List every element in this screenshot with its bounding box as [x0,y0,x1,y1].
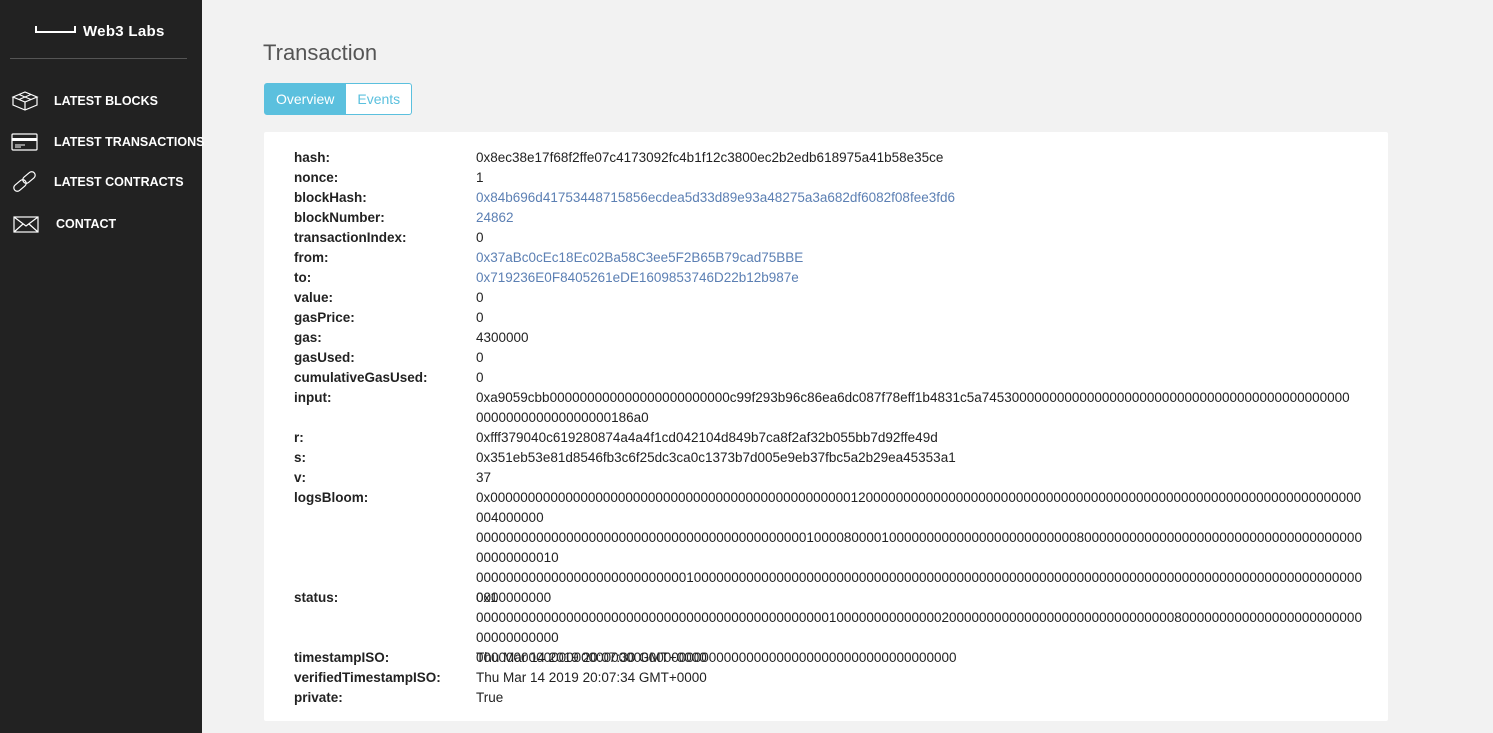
field-value-value: 0 [476,290,484,305]
field-value-private: True [476,690,504,705]
nav-latest-blocks[interactable]: LATEST BLOCKS [0,84,202,118]
tab-bar: Overview Events [264,83,413,115]
field-value-v: 37 [476,470,492,485]
nav-latest-contracts[interactable]: LATEST CONTRACTS [0,165,202,199]
field-key: status: [294,590,339,605]
logsbloom-line: 0x00000000000000000000000000000000000000… [476,490,1362,525]
field-key: v: [294,470,307,485]
field-key: hash: [294,150,331,165]
field-key: blockNumber: [294,210,385,225]
field-key: s: [294,450,307,465]
field-key: timestampISO: [294,650,390,665]
nav-label: LATEST TRANSACTIONS [54,135,205,149]
brand-name: Web3 Labs [83,23,165,40]
sidebar: Web3 Labs LATEST BLOCKS LATEST TRANSACTI… [0,0,205,733]
nav-label: CONTACT [56,217,117,231]
field-value-verifiedtimestampiso: Thu Mar 14 2019 20:07:34 GMT+0000 [476,670,707,685]
field-value-r: 0xfff379040c619280874a4a4f1cd042104d849b… [476,430,938,445]
field-key: to: [294,270,312,285]
field-value-hash: 0x8ec38e17f68f2ffe07c4173092fc4b1f12c380… [476,150,944,165]
nav-label: LATEST CONTRACTS [54,175,184,189]
link-icon [13,171,36,192]
logsbloom-line: 0000000000000000000000000000000000000000… [476,610,1362,645]
field-key: gas: [294,330,322,345]
field-key: gasPrice: [294,310,355,325]
field-key: verifiedTimestampISO: [294,670,441,685]
input-line: 0xa9059cbb000000000000000000000000c99f29… [476,390,1350,405]
field-value-transactionindex: 0 [476,230,484,245]
field-key: private: [294,690,343,705]
page-title: Transaction [263,40,378,65]
card-icon [11,133,38,151]
envelope-icon [13,216,39,233]
field-value-input: 0xa9059cbb000000000000000000000000c99f29… [476,388,1366,428]
tab-events[interactable]: Events [346,83,413,115]
from-address-link[interactable]: 0x37aBc0cEc18Ec02Ba58C3ee5F2B65B79cad75B… [476,248,1366,268]
field-key: from: [294,250,329,265]
field-value-nonce: 1 [476,170,484,185]
field-key: input: [294,390,332,405]
field-key: blockHash: [294,190,367,205]
field-key: cumulativeGasUsed: [294,370,428,385]
field-key: nonce: [294,170,339,185]
nav-latest-transactions[interactable]: LATEST TRANSACTIONS [0,125,205,159]
field-value-cumulativegasused: 0 [476,370,484,385]
field-key: gasUsed: [294,350,355,365]
block-number-link[interactable]: 24862 [476,208,1366,228]
input-line: 000000000000000000186a0 [476,410,649,425]
block-hash-link[interactable]: 0x84b696d41753448715856ecdea5d33d89e93a4… [476,188,1366,208]
main-content: Transaction Overview Events hash: 0x8ec3… [202,0,1493,733]
field-value-timestampiso: Thu Mar 14 2019 20:07:30 GMT+0000 [476,650,707,665]
field-key: r: [294,430,304,445]
logsbloom-line: 0000000000000000000000000000000000000000… [476,530,1362,565]
field-value-gasused: 0 [476,350,484,365]
transaction-details-card: hash: 0x8ec38e17f68f2ffe07c4173092fc4b1f… [264,132,1388,721]
field-value-status: 0x1 [476,590,498,605]
field-value-logsbloom: 0x00000000000000000000000000000000000000… [476,488,1366,668]
brand[interactable]: Web3 Labs [10,14,187,59]
tab-overview[interactable]: Overview [264,83,347,115]
field-key: transactionIndex: [294,230,407,245]
nav-contact[interactable]: CONTACT [0,207,202,241]
field-key: value: [294,290,334,305]
brand-logo-icon [35,26,76,33]
field-value-gas: 4300000 [476,330,529,345]
blocks-icon [11,91,39,111]
nav-label: LATEST BLOCKS [54,94,158,108]
field-value-gasprice: 0 [476,310,484,325]
to-address-link[interactable]: 0x719236E0F8405261eDE1609853746D22b12b98… [476,268,1366,288]
field-key: logsBloom: [294,490,369,505]
field-value-s: 0x351eb53e81d8546fb3c6f25dc3ca0c1373b7d0… [476,450,956,465]
